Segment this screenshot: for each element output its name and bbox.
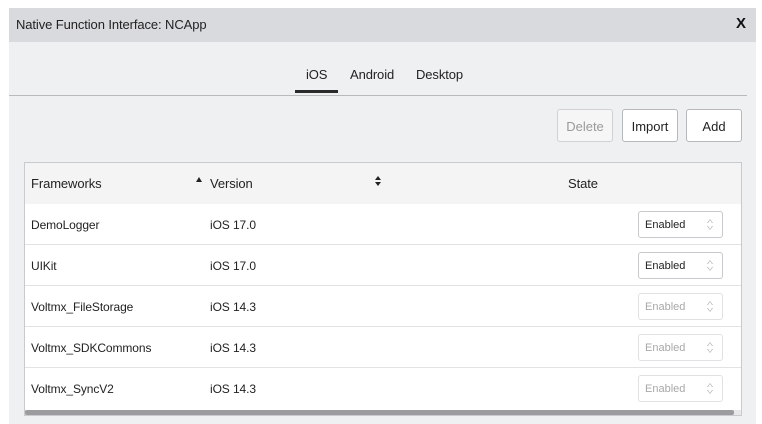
state-select[interactable]: Enabled bbox=[638, 252, 723, 279]
state-select: Enabled bbox=[638, 334, 723, 361]
dialog-titlebar: Native Function Interface: NCApp X bbox=[9, 8, 756, 42]
state-value: Enabled bbox=[645, 301, 686, 313]
framework-name: Voltmx_SyncV2 bbox=[31, 382, 114, 396]
state-value: Enabled bbox=[645, 219, 686, 231]
tab-ios[interactable]: iOS bbox=[294, 67, 339, 93]
table-row[interactable]: Voltmx_FileStorage iOS 14.3 Enabled bbox=[25, 286, 741, 327]
state-value: Enabled bbox=[645, 383, 686, 395]
frameworks-table: Frameworks Version State DemoLogger iOS … bbox=[24, 162, 742, 416]
state-value: Enabled bbox=[645, 260, 686, 272]
delete-button[interactable]: Delete bbox=[557, 109, 613, 142]
state-select: Enabled bbox=[638, 293, 723, 320]
close-icon[interactable]: X bbox=[732, 14, 750, 34]
add-button[interactable]: Add bbox=[686, 109, 742, 142]
framework-name: UIKit bbox=[31, 259, 57, 273]
state-select[interactable]: Enabled bbox=[638, 211, 723, 238]
framework-version: iOS 17.0 bbox=[210, 218, 256, 232]
native-function-interface-dialog: Native Function Interface: NCApp X iOS A… bbox=[9, 8, 756, 424]
tab-desktop[interactable]: Desktop bbox=[416, 67, 463, 82]
table-header: Frameworks Version State bbox=[25, 163, 741, 205]
table-row[interactable]: UIKit iOS 17.0 Enabled bbox=[25, 245, 741, 286]
framework-version: iOS 14.3 bbox=[210, 382, 256, 396]
chevron-up-down-icon bbox=[707, 383, 713, 395]
import-button[interactable]: Import bbox=[622, 109, 678, 142]
platform-tabs: iOS Android Desktop bbox=[9, 42, 747, 96]
framework-name: Voltmx_SDKCommons bbox=[31, 341, 152, 355]
framework-name: Voltmx_FileStorage bbox=[31, 300, 134, 314]
column-header-version[interactable]: Version bbox=[210, 176, 253, 191]
tab-android[interactable]: Android bbox=[350, 67, 394, 82]
horizontal-scrollbar[interactable] bbox=[25, 410, 741, 415]
scrollbar-thumb[interactable] bbox=[25, 410, 734, 415]
chevron-up-down-icon bbox=[707, 301, 713, 313]
table-row[interactable]: Voltmx_SyncV2 iOS 14.3 Enabled bbox=[25, 368, 741, 409]
state-select: Enabled bbox=[638, 375, 723, 402]
column-header-state: State bbox=[568, 176, 598, 191]
sort-icon[interactable] bbox=[375, 176, 381, 188]
state-value: Enabled bbox=[645, 342, 686, 354]
table-row[interactable]: Voltmx_SDKCommons iOS 14.3 Enabled bbox=[25, 327, 741, 368]
framework-version: iOS 17.0 bbox=[210, 259, 256, 273]
chevron-up-down-icon bbox=[707, 260, 713, 272]
framework-name: DemoLogger bbox=[31, 218, 100, 232]
chevron-up-down-icon bbox=[707, 219, 713, 231]
chevron-up-down-icon bbox=[707, 342, 713, 354]
column-header-frameworks[interactable]: Frameworks bbox=[31, 176, 102, 191]
dialog-title: Native Function Interface: NCApp bbox=[16, 17, 207, 32]
table-row[interactable]: DemoLogger iOS 17.0 Enabled bbox=[25, 204, 741, 245]
framework-version: iOS 14.3 bbox=[210, 300, 256, 314]
sort-ascending-icon[interactable] bbox=[196, 177, 202, 182]
framework-version: iOS 14.3 bbox=[210, 341, 256, 355]
